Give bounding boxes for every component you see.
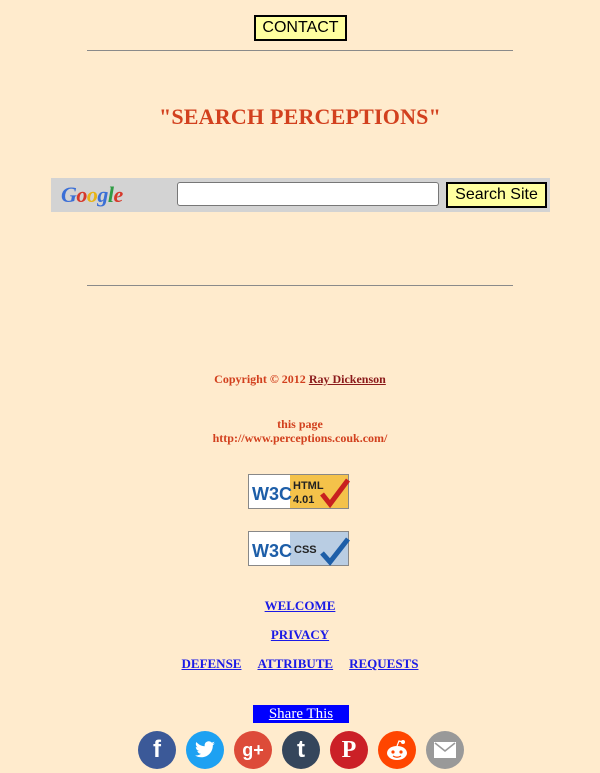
w3c-css-badge[interactable]: W3C CSS (248, 531, 352, 567)
twitter-icon[interactable] (186, 731, 224, 769)
pinterest-icon[interactable]: P (330, 731, 368, 769)
privacy-link[interactable]: PRIVACY (271, 627, 329, 642)
reddit-icon[interactable] (378, 731, 416, 769)
google-plus-icon[interactable]: g+ (234, 731, 272, 769)
nav-row-1: WELCOME (0, 597, 600, 615)
w3c-html-badge[interactable]: W3C HTML 4.01 (248, 474, 352, 510)
search-site-button[interactable]: Search Site (446, 182, 547, 208)
this-page-url: http://www.perceptions.couk.com/ (212, 431, 388, 445)
bottom-divider (87, 285, 513, 286)
search-input[interactable] (177, 182, 439, 206)
requests-link[interactable]: REQUESTS (349, 656, 418, 671)
contact-button[interactable]: CONTACT (254, 15, 347, 41)
nav-row-3: DEFENSE ATTRIBUTE REQUESTS (0, 655, 600, 673)
nav-row-2: PRIVACY (0, 626, 600, 644)
svg-text:CSS: CSS (294, 544, 317, 556)
svg-text:W3C: W3C (252, 541, 292, 561)
svg-text:W3C: W3C (252, 484, 292, 504)
this-page-block: this page http://www.perceptions.couk.co… (0, 417, 600, 445)
defense-link[interactable]: DEFENSE (182, 656, 242, 671)
email-icon[interactable] (426, 731, 464, 769)
author-link[interactable]: Ray Dickenson (309, 372, 386, 386)
google-logo: Google (61, 182, 123, 207)
copyright-text: Copyright © 2012 (214, 372, 306, 386)
svg-text:HTML: HTML (293, 480, 324, 492)
top-divider (87, 50, 513, 51)
svg-text:4.01: 4.01 (293, 494, 314, 506)
page-title: "SEARCH PERCEPTIONS" (158, 104, 442, 129)
attribute-link[interactable]: ATTRIBUTE (257, 656, 333, 671)
copyright-line: Copyright © 2012 Ray Dickenson (0, 372, 600, 387)
tumblr-icon[interactable]: t (282, 731, 320, 769)
share-this-button[interactable]: Share This (253, 705, 349, 723)
welcome-link[interactable]: WELCOME (265, 598, 336, 613)
facebook-icon[interactable]: f (138, 731, 176, 769)
google-search-bar: Google Search Site (51, 178, 550, 212)
this-page-label: this page (277, 417, 323, 431)
